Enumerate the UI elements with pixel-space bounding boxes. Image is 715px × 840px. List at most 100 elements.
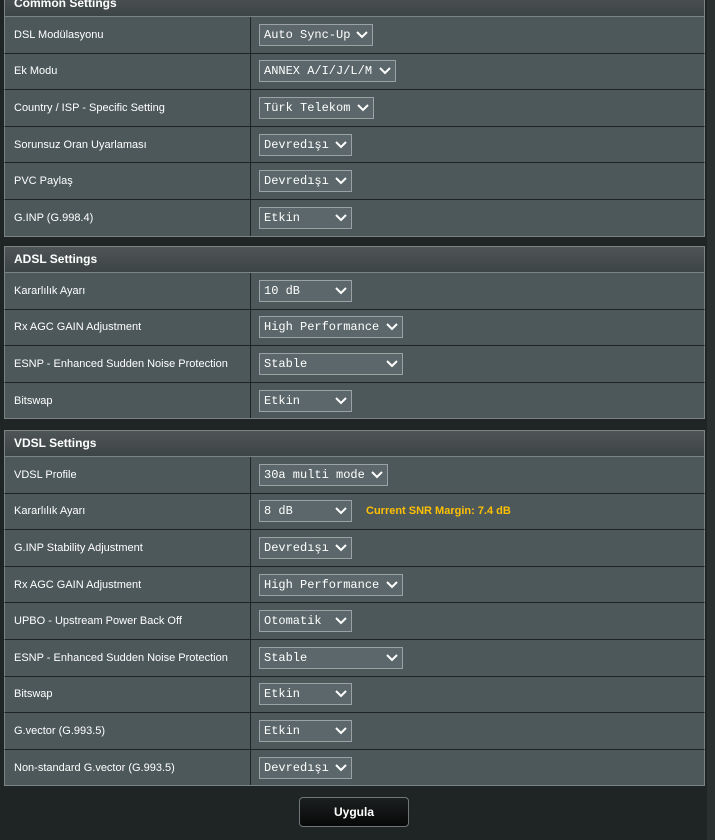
setting-row-ginp-stability: G.INP Stability Adjustment Devredışı — [4, 530, 705, 567]
setting-label: Sorunsuz Oran Uyarlaması — [5, 126, 251, 163]
setting-label: ESNP - Enhanced Sudden Noise Protection — [5, 346, 251, 382]
chevron-down-icon — [386, 580, 398, 588]
setting-label: G.INP Stability Adjustment — [5, 530, 251, 566]
chevron-down-icon — [335, 214, 347, 222]
setting-label: Bitswap — [5, 382, 251, 419]
setting-label: Country / ISP - Specific Setting — [5, 90, 251, 126]
setting-row-adsl-bitswap: Bitswap Etkin — [4, 382, 705, 420]
chevron-down-icon — [335, 140, 347, 148]
select-value: Etkin — [264, 393, 301, 408]
nonstandard-gvector-select[interactable]: Devredışı — [259, 756, 352, 779]
select-value: Devredışı — [264, 174, 329, 189]
setting-row-vdsl-esnp: ESNP - Enhanced Sudden Noise Protection … — [4, 639, 705, 677]
select-value: ANNEX A/I/J/L/M — [264, 64, 373, 79]
setting-row-vdsl-rx-agc: Rx AGC GAIN Adjustment High Performance — [4, 566, 705, 604]
ginp-stability-select[interactable]: Devredışı — [259, 536, 352, 559]
setting-row-dsl-modulation: DSL Modülasyonu Auto Sync-Up — [4, 17, 705, 54]
adsl-bitswap-select[interactable]: Etkin — [259, 389, 352, 412]
setting-label: PVC Paylaş — [5, 163, 251, 199]
select-value: High Performance — [264, 577, 380, 592]
select-value: 30a multi mode — [264, 467, 365, 482]
select-value: High Performance — [264, 320, 380, 335]
setting-row-annex-mode: Ek Modu ANNEX A/I/J/L/M — [4, 53, 705, 91]
dsl-modulation-select[interactable]: Auto Sync-Up — [259, 23, 373, 46]
setting-row-ginp: G.INP (G.998.4) Etkin — [4, 199, 705, 237]
pvc-share-select[interactable]: Devredışı — [259, 170, 352, 193]
setting-label: Ek Modu — [5, 53, 251, 90]
page-edge — [707, 0, 715, 840]
setting-row-gvector: G.vector (G.993.5) Etkin — [4, 713, 705, 750]
setting-label: G.INP (G.998.4) — [5, 199, 251, 236]
ginp-select[interactable]: Etkin — [259, 206, 352, 229]
chevron-down-icon — [356, 31, 368, 39]
chevron-down-icon — [386, 323, 398, 331]
select-value: Auto Sync-Up — [264, 27, 351, 42]
upbo-select[interactable]: Otomatik — [259, 610, 352, 633]
setting-row-country-isp: Country / ISP - Specific Setting Türk Te… — [4, 90, 705, 127]
seamless-rate-select[interactable]: Devredışı — [259, 133, 352, 156]
vdsl-profile-select[interactable]: 30a multi mode — [259, 463, 388, 486]
chevron-down-icon — [335, 727, 347, 735]
setting-row-adsl-esnp: ESNP - Enhanced Sudden Noise Protection … — [4, 346, 705, 383]
chevron-down-icon — [335, 763, 347, 771]
country-isp-select[interactable]: Türk Telekom — [259, 96, 374, 119]
select-value: 10 dB — [264, 283, 301, 298]
adsl-stability-select[interactable]: 10 dB — [259, 279, 352, 302]
setting-row-pvc-share: PVC Paylaş Devredışı — [4, 163, 705, 200]
common-settings-section: Common Settings DSL Modülasyonu Auto Syn… — [4, 0, 705, 237]
vdsl-esnp-select[interactable]: Stable — [259, 646, 403, 669]
setting-label: ESNP - Enhanced Sudden Noise Protection — [5, 639, 251, 676]
setting-label: Kararlılık Ayarı — [5, 493, 251, 530]
chevron-down-icon — [386, 360, 398, 368]
setting-row-seamless-rate: Sorunsuz Oran Uyarlaması Devredışı — [4, 126, 705, 164]
chevron-down-icon — [371, 471, 383, 479]
setting-label: G.vector (G.993.5) — [5, 713, 251, 749]
common-settings-header: Common Settings — [4, 0, 705, 17]
setting-label: DSL Modülasyonu — [5, 17, 251, 53]
apply-button[interactable]: Uygula — [299, 797, 409, 827]
adsl-rx-agc-select[interactable]: High Performance — [259, 316, 403, 339]
chevron-down-icon — [335, 396, 347, 404]
chevron-down-icon — [357, 104, 369, 112]
select-value: Stable — [264, 356, 308, 371]
select-value: Etkin — [264, 687, 301, 702]
setting-row-vdsl-profile: VDSL Profile 30a multi mode — [4, 457, 705, 494]
snr-margin-note: Current SNR Margin: 7.4 dB — [366, 505, 511, 518]
vdsl-stability-select[interactable]: 8 dB — [259, 500, 352, 523]
chevron-down-icon — [335, 617, 347, 625]
select-value: Türk Telekom — [264, 100, 351, 115]
setting-label: UPBO - Upstream Power Back Off — [5, 603, 251, 639]
setting-label: VDSL Profile — [5, 457, 251, 493]
select-value: Stable — [264, 650, 308, 665]
select-value: Devredışı — [264, 540, 329, 555]
select-value: 8 dB — [264, 504, 293, 519]
select-value: Etkin — [264, 723, 301, 738]
setting-row-vdsl-stability: Kararlılık Ayarı 8 dB Current SNR Margin:… — [4, 493, 705, 531]
vdsl-settings-section: VDSL Settings VDSL Profile 30a multi mod… — [4, 430, 705, 787]
vdsl-rx-agc-select[interactable]: High Performance — [259, 573, 403, 596]
setting-row-upbo: UPBO - Upstream Power Back Off Otomatik — [4, 603, 705, 640]
vdsl-bitswap-select[interactable]: Etkin — [259, 683, 352, 706]
adsl-settings-section: ADSL Settings Kararlılık Ayarı 10 dB Rx … — [4, 246, 705, 420]
setting-row-adsl-stability: Kararlılık Ayarı 10 dB — [4, 273, 705, 310]
select-value: Otomatik — [264, 614, 322, 629]
setting-row-adsl-rx-agc: Rx AGC GAIN Adjustment High Performance — [4, 309, 705, 347]
setting-label: Rx AGC GAIN Adjustment — [5, 566, 251, 603]
select-value: Devredışı — [264, 137, 329, 152]
chevron-down-icon — [335, 287, 347, 295]
setting-label: Rx AGC GAIN Adjustment — [5, 309, 251, 346]
adsl-settings-header: ADSL Settings — [4, 246, 705, 273]
adsl-esnp-select[interactable]: Stable — [259, 352, 403, 375]
chevron-down-icon — [335, 507, 347, 515]
gvector-select[interactable]: Etkin — [259, 719, 352, 742]
setting-row-vdsl-bitswap: Bitswap Etkin — [4, 676, 705, 714]
chevron-down-icon — [335, 690, 347, 698]
setting-label: Bitswap — [5, 676, 251, 713]
setting-row-nonstandard-gvector: Non-standard G.vector (G.993.5) Devredış… — [4, 749, 705, 787]
chevron-down-icon — [386, 654, 398, 662]
select-value: Devredışı — [264, 760, 329, 775]
chevron-down-icon — [335, 544, 347, 552]
annex-mode-select[interactable]: ANNEX A/I/J/L/M — [259, 60, 396, 83]
chevron-down-icon — [379, 67, 391, 75]
setting-label: Kararlılık Ayarı — [5, 273, 251, 309]
